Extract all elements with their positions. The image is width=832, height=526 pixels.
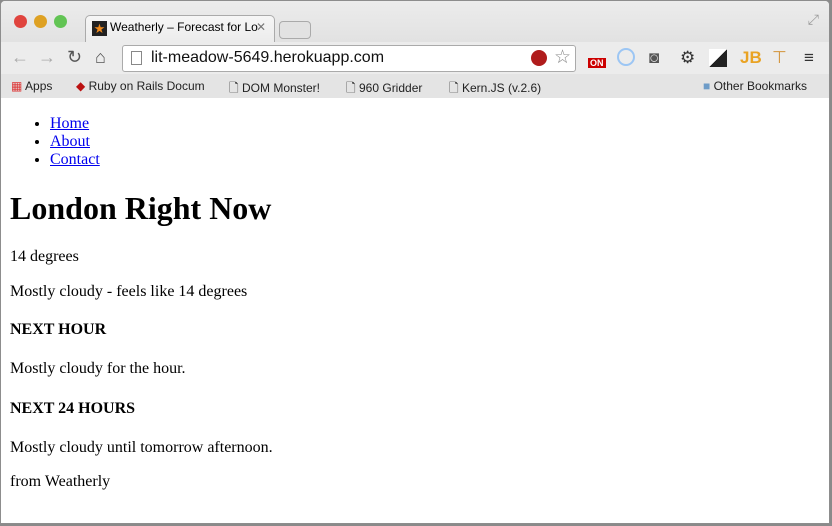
- zoom-window-button[interactable]: [54, 15, 67, 28]
- bookmark-star-icon[interactable]: ☆: [554, 46, 571, 69]
- apps-grid-icon: ▦: [11, 79, 23, 93]
- folder-icon: ■: [703, 79, 711, 93]
- bookmark-label: Apps: [25, 79, 53, 93]
- blocked-flash-icon[interactable]: [531, 50, 547, 66]
- tab-title: Weatherly – Forecast for Lo: [110, 20, 258, 34]
- nav-link-contact[interactable]: Contact: [50, 151, 100, 168]
- star-favicon-icon: ★: [92, 21, 107, 36]
- url-text: lit-meadow-5649.herokuapp.com: [151, 49, 385, 66]
- bookmark-label: Kern.JS (v.2.6): [462, 81, 542, 95]
- bookmark-label: 960 Gridder: [359, 81, 423, 95]
- other-bookmarks[interactable]: ■ Other Bookmarks: [703, 79, 807, 93]
- footer-text: from Weatherly: [10, 473, 111, 490]
- nav-item: Contact: [50, 151, 829, 169]
- toolbar: ← → ↻ ⌂ lit-meadow-5649.herokuapp.com ☆ …: [1, 42, 829, 74]
- home-icon[interactable]: ⌂: [95, 47, 106, 68]
- close-tab-icon[interactable]: ✕: [256, 20, 266, 34]
- extension-on-icon[interactable]: ON: [588, 58, 606, 68]
- jb-icon[interactable]: JB: [740, 48, 762, 68]
- address-bar[interactable]: lit-meadow-5649.herokuapp.com ☆: [122, 45, 576, 72]
- forward-icon[interactable]: →: [38, 47, 56, 68]
- ruler-icon[interactable]: ⊤: [772, 48, 787, 68]
- new-tab-button[interactable]: [279, 21, 311, 39]
- close-window-button[interactable]: [14, 15, 27, 28]
- browser-window: ★ Weatherly – Forecast for Lo ✕ ⤢ ← → ↻ …: [0, 0, 830, 524]
- page-icon: 🗋: [449, 81, 459, 95]
- temperature: 14 degrees: [10, 248, 79, 265]
- nav-link-home[interactable]: Home: [50, 115, 89, 132]
- ruby-icon: ◆: [76, 79, 86, 93]
- reload-icon[interactable]: ↻: [67, 47, 82, 68]
- bookmark-apps[interactable]: ▦ Apps: [11, 79, 52, 93]
- bookmark-label: DOM Monster!: [242, 81, 321, 95]
- bookmark-kernjs[interactable]: 🗋 Kern.JS (v.2.6): [449, 79, 541, 100]
- nav-link-about[interactable]: About: [50, 133, 90, 150]
- bookmarks-bar: ▦ Apps ◆ Ruby on Rails Docum 🗋 DOM Monst…: [1, 74, 829, 98]
- minimize-window-button[interactable]: [34, 15, 47, 28]
- next-24-text: Mostly cloudy until tomorrow afternoon.: [10, 439, 273, 456]
- bookmark-label: Ruby on Rails Docum: [88, 79, 205, 93]
- summary: Mostly cloudy - feels like 14 degrees: [10, 283, 248, 300]
- page-content: Home About Contact London Right Now 14 d…: [1, 99, 829, 490]
- extension-circle-icon[interactable]: [617, 48, 635, 66]
- browser-tab[interactable]: ★ Weatherly – Forecast for Lo ✕: [85, 15, 275, 42]
- back-icon[interactable]: ←: [11, 47, 29, 68]
- browser-chrome: ★ Weatherly – Forecast for Lo ✕ ⤢ ← → ↻ …: [1, 1, 829, 98]
- next-24-heading: NEXT 24 HOURS: [10, 400, 136, 417]
- extension-square-icon[interactable]: [709, 49, 727, 67]
- page-title: London Right Now: [10, 190, 272, 226]
- menu-icon[interactable]: ≡: [804, 48, 814, 68]
- next-hour-heading: NEXT HOUR: [10, 321, 107, 338]
- bookmark-label: Other Bookmarks: [713, 79, 807, 93]
- nav-item: Home: [50, 115, 829, 133]
- bookmark-rails[interactable]: ◆ Ruby on Rails Docum: [76, 79, 205, 93]
- pocket-icon[interactable]: ◙: [649, 48, 659, 68]
- nav-item: About: [50, 133, 829, 151]
- next-hour-text: Mostly cloudy for the hour.: [10, 360, 186, 377]
- fullscreen-icon[interactable]: ⤢: [808, 11, 819, 28]
- gear-icon[interactable]: ⚙: [680, 48, 695, 68]
- nav-list: Home About Contact: [1, 115, 829, 169]
- bookmark-dom-monster[interactable]: 🗋 DOM Monster!: [229, 79, 320, 100]
- page-icon: 🗋: [346, 81, 356, 95]
- page-icon: 🗋: [229, 81, 239, 95]
- page-icon: [131, 51, 142, 65]
- bookmark-960-gridder[interactable]: 🗋 960 Gridder: [346, 79, 422, 100]
